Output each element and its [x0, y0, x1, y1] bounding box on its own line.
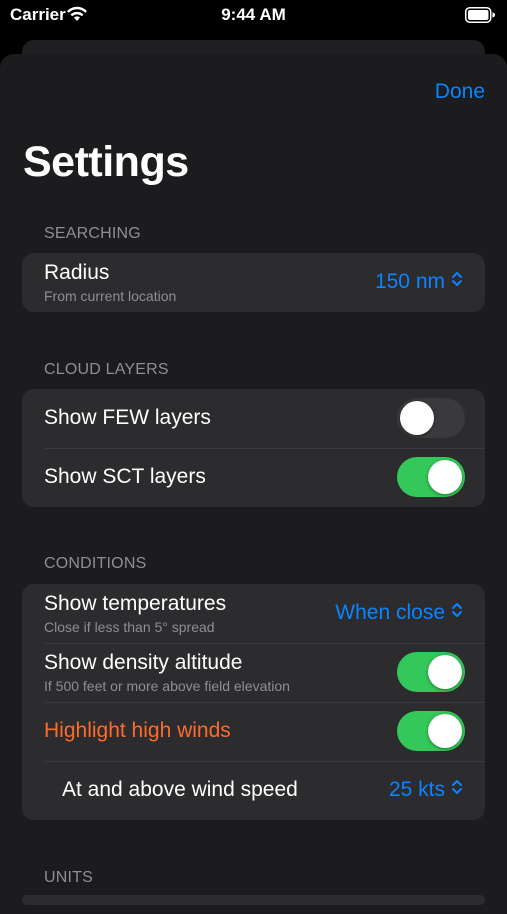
units-group	[22, 895, 485, 905]
chevron-up-down-icon	[451, 778, 463, 802]
few-layers-label: Show FEW layers	[44, 406, 211, 429]
few-layers-row: Show FEW layers	[22, 389, 485, 448]
radius-row[interactable]: Radius From current location 150 nm	[22, 253, 485, 312]
battery-icon	[465, 7, 495, 28]
section-header-units: UNITS	[44, 869, 93, 886]
page-title: Settings	[23, 138, 189, 186]
temperatures-value: When close	[335, 601, 445, 624]
searching-group: Radius From current location 150 nm	[22, 253, 485, 312]
high-winds-toggle[interactable]	[397, 711, 465, 751]
toggle-knob	[400, 401, 434, 435]
radius-picker[interactable]: 150 nm	[375, 270, 463, 294]
done-button[interactable]: Done	[435, 80, 485, 104]
temperatures-label: Show temperatures	[44, 592, 227, 615]
density-altitude-label: Show density altitude	[44, 651, 243, 674]
radius-label: Radius	[44, 261, 110, 284]
density-altitude-row: Show density altitude If 500 feet or mor…	[22, 643, 485, 702]
high-winds-row: Highlight high winds	[22, 702, 485, 761]
sct-layers-label: Show SCT layers	[44, 465, 206, 488]
section-header-searching: SEARCHING	[44, 225, 141, 242]
temperatures-sublabel: Close if less than 5° spread	[44, 619, 215, 635]
few-layers-toggle[interactable]	[397, 398, 465, 438]
chevron-up-down-icon	[451, 270, 463, 294]
density-altitude-toggle[interactable]	[397, 652, 465, 692]
toggle-knob	[428, 714, 462, 748]
status-bar: Carrier 9:44 AM	[0, 0, 507, 34]
high-winds-label: Highlight high winds	[44, 719, 231, 742]
density-altitude-sublabel: If 500 feet or more above field elevatio…	[44, 678, 290, 694]
conditions-group: Show temperatures Close if less than 5° …	[22, 584, 485, 820]
section-header-cloud-layers: CLOUD LAYERS	[44, 361, 169, 378]
section-header-conditions: CONDITIONS	[44, 555, 147, 572]
wind-speed-value: 25 kts	[388, 778, 445, 801]
sct-layers-row: Show SCT layers	[22, 448, 485, 507]
sct-layers-toggle[interactable]	[397, 457, 465, 497]
clock: 9:44 AM	[221, 5, 286, 24]
wind-speed-row[interactable]: At and above wind speed 25 kts	[22, 761, 485, 820]
toggle-knob	[428, 460, 462, 494]
toggle-knob	[428, 655, 462, 689]
radius-sublabel: From current location	[44, 288, 177, 304]
chevron-up-down-icon	[451, 601, 463, 625]
cloud-layers-group: Show FEW layers Show SCT layers	[22, 389, 485, 507]
wind-speed-picker[interactable]: 25 kts	[389, 778, 463, 802]
radius-value: 150 nm	[374, 270, 445, 293]
wind-speed-label: At and above wind speed	[62, 778, 298, 801]
temperatures-picker[interactable]: When close	[335, 601, 463, 625]
temperatures-row[interactable]: Show temperatures Close if less than 5° …	[22, 584, 485, 643]
